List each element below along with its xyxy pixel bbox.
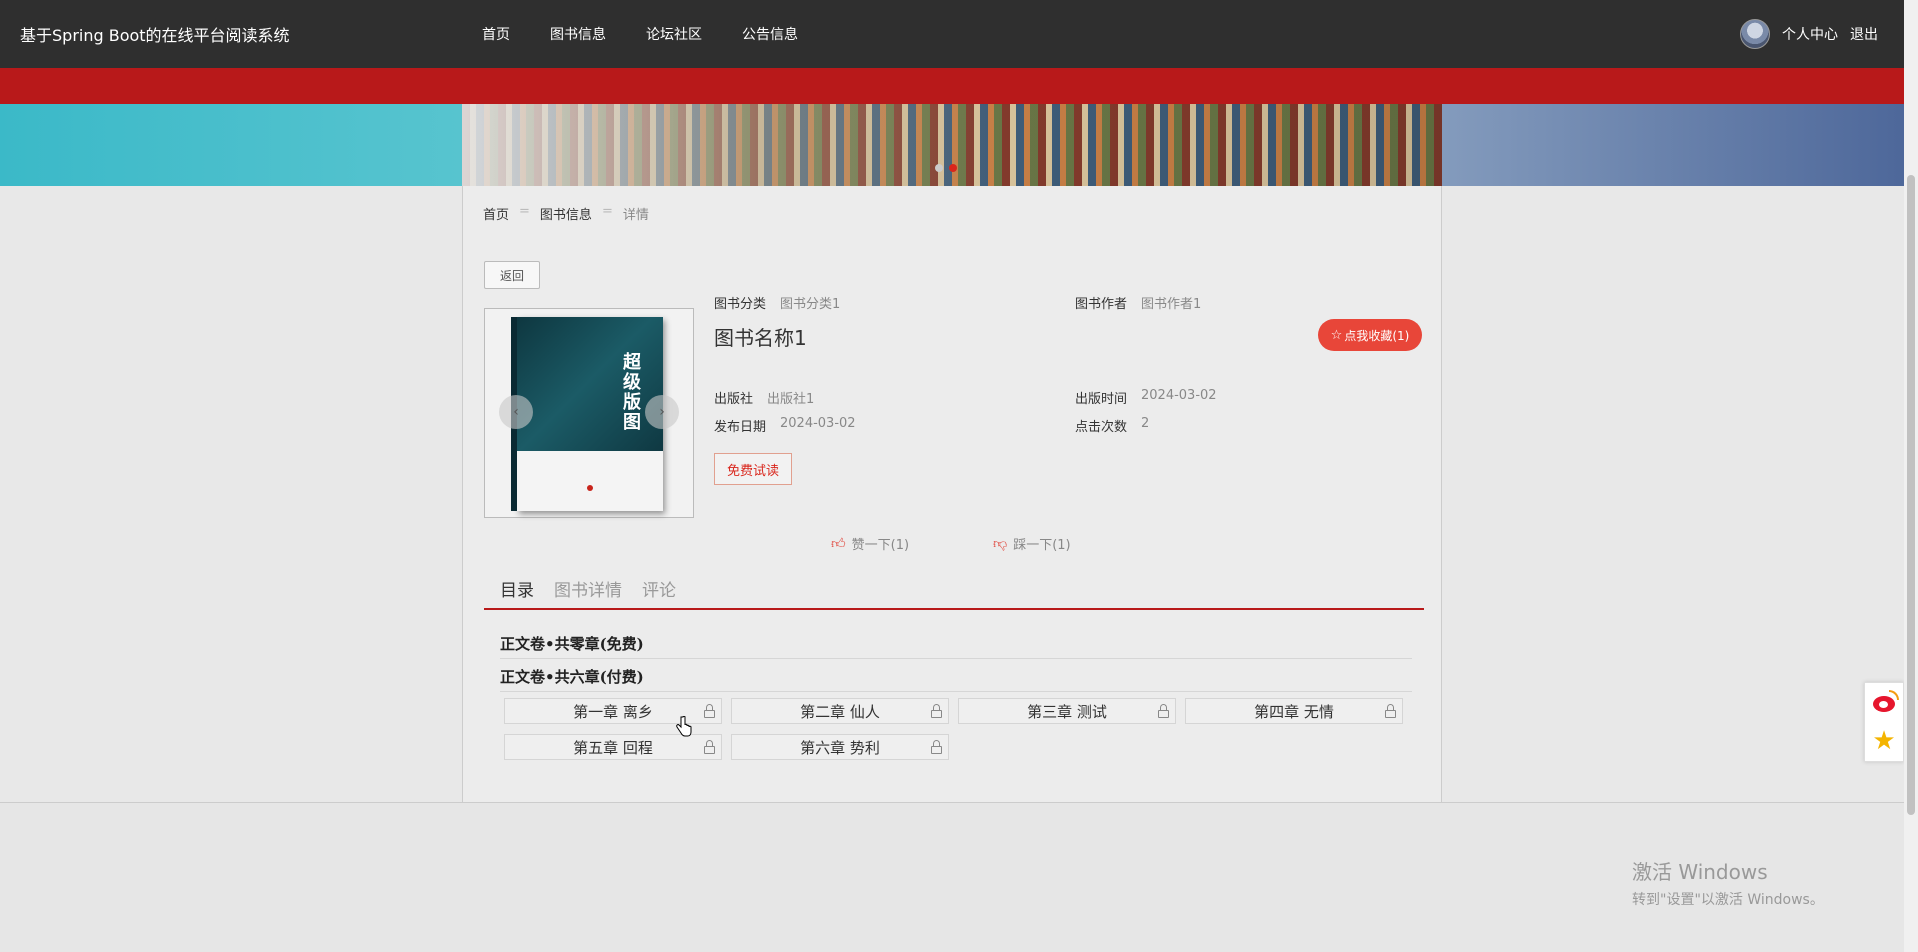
tab-catalog[interactable]: 目录: [500, 579, 534, 608]
breadcrumb-home[interactable]: 首页: [483, 204, 509, 223]
nav-books[interactable]: 图书信息: [550, 24, 606, 44]
volume-paid: 正文卷•共六章(付费): [500, 668, 644, 686]
accent-bar: [0, 68, 1918, 104]
back-button[interactable]: 返回: [484, 261, 540, 289]
breadcrumb: 首页 = 图书信息 = 详情: [483, 204, 649, 223]
detail-tabs: 目录 图书详情 评论: [484, 579, 1424, 610]
avatar[interactable]: [1740, 19, 1770, 49]
cover-title: 超级版图: [623, 352, 641, 433]
user-area: 个人中心 退出: [1740, 0, 1878, 68]
lock-icon: [1385, 704, 1396, 718]
lock-icon: [704, 740, 715, 754]
field-author: 图书作者 图书作者1: [1075, 297, 1202, 312]
star-icon[interactable]: ★: [1872, 728, 1895, 754]
dislike-button[interactable]: 👎︎ 踩一下(1): [993, 534, 1071, 553]
hand-cursor-icon: [676, 716, 692, 737]
windows-activation-watermark: 激活 Windows 转到"设置"以激活 Windows。: [1632, 860, 1824, 908]
carousel-dot-active[interactable]: [949, 164, 957, 172]
page-scrollbar[interactable]: [1904, 0, 1918, 952]
carousel-dots: [935, 164, 957, 172]
favorite-button[interactable]: ☆ 点我收藏(1): [1318, 319, 1422, 351]
tab-comments[interactable]: 评论: [642, 579, 676, 608]
thumb-down-icon: 👎︎: [993, 536, 1008, 552]
chevron-left-icon[interactable]: ‹: [499, 395, 533, 429]
book-cover-carousel: 超级版图 ‹ ›: [484, 308, 694, 518]
top-navbar: 基于Spring Boot的在线平台阅读系统 首页 图书信息 论坛社区 公告信息…: [0, 0, 1918, 68]
like-button[interactable]: 👍︎ 赞一下(1): [831, 534, 909, 553]
free-trial-button[interactable]: 免费试读: [714, 453, 792, 485]
main-nav: 首页 图书信息 论坛社区 公告信息: [482, 0, 838, 68]
page-footer: [0, 803, 1918, 952]
book-cover-image: 超级版图: [511, 317, 663, 511]
tab-book-details[interactable]: 图书详情: [554, 579, 622, 608]
side-share-tools: ★: [1864, 682, 1904, 762]
nav-home[interactable]: 首页: [482, 24, 510, 44]
chapter-item[interactable]: 第六章 势利: [731, 734, 949, 760]
lock-icon: [1158, 704, 1169, 718]
site-title[interactable]: 基于Spring Boot的在线平台阅读系统: [20, 22, 290, 46]
favorite-label: 点我收藏(1): [1344, 328, 1410, 343]
field-click-count: 点击次数 2: [1075, 416, 1150, 435]
scrollbar-thumb[interactable]: [1907, 175, 1915, 815]
banner-image: [462, 104, 1442, 186]
thumb-up-icon: 👍︎: [831, 536, 846, 552]
detail-container: 首页 = 图书信息 = 详情 返回 超级版图 ‹ › 图书名称1 ☆ 点我收藏(…: [462, 186, 1442, 802]
banner-carousel: [0, 104, 1918, 186]
user-center-link[interactable]: 个人中心: [1782, 24, 1838, 44]
carousel-dot[interactable]: [935, 164, 943, 172]
chapter-item[interactable]: 第四章 无情: [1185, 698, 1403, 724]
breadcrumb-books[interactable]: 图书信息: [540, 204, 592, 223]
field-publisher-row: 出版社 出版社1: [714, 392, 815, 407]
field-release-date: 发布日期 2024-03-02: [714, 416, 856, 435]
chapter-item[interactable]: 第三章 测试: [958, 698, 1176, 724]
breadcrumb-sep: =: [519, 204, 530, 219]
lock-icon: [931, 704, 942, 718]
lock-icon: [931, 740, 942, 754]
weibo-icon[interactable]: [1869, 690, 1899, 714]
star-outline-icon: ☆: [1330, 327, 1343, 343]
nav-forum[interactable]: 论坛社区: [646, 24, 702, 44]
logout-link[interactable]: 退出: [1850, 24, 1878, 44]
chevron-right-icon[interactable]: ›: [645, 395, 679, 429]
breadcrumb-current: 详情: [622, 208, 649, 223]
breadcrumb-sep: =: [601, 204, 613, 219]
field-publish-date: 出版时间 2024-03-02: [1075, 388, 1217, 407]
volume-free: 正文卷•共零章(免费): [500, 635, 644, 653]
nav-notices[interactable]: 公告信息: [742, 24, 798, 44]
field-category: 图书分类 图书分类1: [714, 297, 841, 312]
chapter-item[interactable]: 第二章 仙人: [731, 698, 949, 724]
lock-icon: [704, 704, 715, 718]
book-title: 图书名称1: [714, 326, 807, 350]
